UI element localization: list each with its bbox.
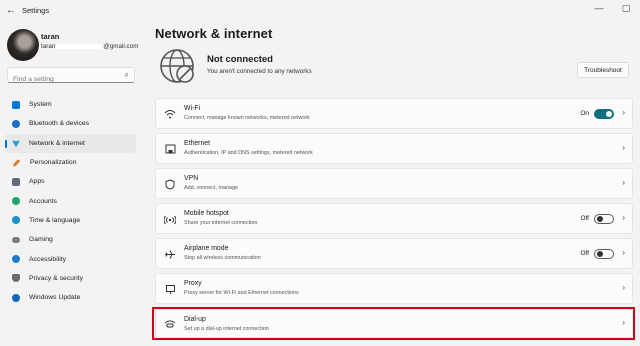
sidebar-item-system[interactable]: System (5, 95, 136, 114)
sidebar-item-label: Privacy & security (29, 274, 84, 282)
sidebar-item-accessibility[interactable]: Accessibility (5, 249, 136, 268)
sidebar-nav: System Bluetooth & devices Network & int… (5, 95, 136, 307)
ethernet-icon (164, 144, 176, 155)
airplane-toggle-label: Off (580, 250, 589, 257)
sidebar-item-label: Accessibility (29, 255, 67, 263)
system-icon (12, 100, 20, 109)
card-airplane-mode[interactable]: Airplane mode Stop all wireless communic… (155, 238, 633, 269)
page-title: Network & internet (155, 26, 273, 41)
maximize-icon[interactable]: ▢ (619, 3, 633, 14)
sidebar-item-apps[interactable]: Apps (5, 172, 136, 191)
card-subtitle: Proxy server for Wi-Fi and Ethernet conn… (184, 290, 299, 296)
accessibility-icon (12, 255, 20, 264)
card-vpn[interactable]: VPN Add, connect, manage › (155, 168, 633, 199)
chevron-right-icon: › (622, 143, 625, 152)
card-ethernet[interactable]: Ethernet Authentication, IP and DNS sett… (155, 133, 633, 164)
toggle-knob (597, 216, 603, 222)
chevron-right-icon: › (622, 108, 625, 117)
back-arrow-icon[interactable]: ← (6, 5, 16, 16)
search-input[interactable] (8, 72, 116, 87)
connection-status-subtitle: You aren't connected to any networks (207, 68, 312, 75)
bluetooth-icon (12, 119, 20, 128)
sidebar-item-bluetooth[interactable]: Bluetooth & devices (5, 114, 136, 133)
toggle-knob (606, 111, 612, 117)
toggle-knob (597, 251, 603, 257)
sidebar-item-label: Gaming (29, 236, 53, 244)
card-subtitle: Add, connect, manage (184, 185, 238, 191)
email-redaction (56, 43, 103, 49)
globe-disconnected-icon (160, 49, 194, 83)
wifi-toggle[interactable] (594, 109, 614, 119)
title-bar: ← Settings — ▢ (0, 0, 640, 22)
chevron-right-icon: › (622, 213, 625, 222)
card-subtitle: Authentication, IP and DNS settings, met… (184, 150, 313, 156)
sidebar-item-gaming[interactable]: Gaming (5, 230, 136, 249)
card-subtitle: Stop all wireless communication (184, 255, 261, 261)
card-proxy[interactable]: Proxy Proxy server for Wi-Fi and Etherne… (155, 273, 633, 304)
avatar[interactable] (7, 29, 39, 61)
connection-status-title: Not connected (207, 54, 273, 65)
network-icon (12, 140, 20, 148)
sidebar-item-label: Apps (29, 178, 45, 186)
proxy-icon (164, 284, 176, 295)
user-email: taran @gmail.com (41, 43, 138, 50)
card-title: Wi-Fi (184, 105, 201, 112)
card-wifi[interactable]: Wi-Fi Connect, manage known networks, me… (155, 98, 633, 129)
card-title: Ethernet (184, 140, 211, 147)
user-email-suffix: @gmail.com (103, 43, 139, 50)
chevron-right-icon: › (622, 283, 625, 292)
card-subtitle: Connect, manage known networks, metered … (184, 115, 310, 121)
card-subtitle: Set up a dial-up internet connection (184, 326, 269, 332)
card-title: Mobile hotspot (184, 210, 229, 217)
card-subtitle: Share your internet connection (184, 220, 258, 226)
sidebar-item-accounts[interactable]: Accounts (5, 191, 136, 210)
card-title: Dial-up (184, 316, 206, 323)
sidebar-item-label: Network & internet (29, 139, 85, 147)
airplane-toggle[interactable] (594, 249, 614, 259)
chevron-right-icon: › (622, 248, 625, 257)
card-title: Proxy (184, 280, 202, 287)
sidebar-item-privacy[interactable]: Privacy & security (5, 269, 136, 288)
hotspot-toggle[interactable] (594, 214, 614, 224)
search-icon[interactable]: ⌕ (125, 70, 129, 80)
brush-icon (12, 158, 21, 167)
wifi-toggle-label: On (580, 110, 589, 117)
sidebar-item-personalization[interactable]: Personalization (5, 153, 136, 172)
troubleshoot-button[interactable]: Troubleshoot (577, 62, 629, 78)
gamepad-icon (12, 236, 20, 243)
accounts-icon (12, 197, 20, 206)
user-email-prefix: taran (41, 43, 56, 50)
sidebar-item-label: Personalization (30, 159, 77, 167)
shield-icon (164, 179, 176, 190)
minimize-icon[interactable]: — (592, 3, 606, 13)
sidebar-item-label: Time & language (29, 216, 81, 224)
card-mobile-hotspot[interactable]: Mobile hotspot Share your internet conne… (155, 203, 633, 234)
hotspot-toggle-label: Off (580, 215, 589, 222)
sidebar-item-network[interactable]: Network & internet (5, 133, 136, 153)
card-title: VPN (184, 175, 199, 182)
hotspot-icon (163, 214, 177, 225)
airplane-icon (164, 249, 176, 260)
sidebar-item-time-language[interactable]: Time & language (5, 211, 136, 230)
card-dial-up[interactable]: Dial-up Set up a dial-up internet connec… (155, 309, 633, 338)
card-title: Airplane mode (184, 245, 229, 252)
globe-clock-icon (12, 216, 20, 225)
sidebar-item-label: Accounts (29, 197, 57, 205)
dialup-icon (164, 319, 176, 330)
search-box[interactable]: ⌕ (7, 67, 135, 87)
sidebar-item-label: Windows Update (29, 294, 81, 302)
wifi-icon (164, 109, 176, 120)
sidebar-item-windows-update[interactable]: Windows Update (5, 288, 136, 307)
app-title: Settings (22, 6, 50, 15)
user-name: taran (41, 32, 60, 41)
update-icon (12, 293, 20, 302)
chevron-right-icon: › (622, 318, 625, 327)
sidebar-item-label: Bluetooth & devices (29, 120, 90, 128)
chevron-right-icon: › (622, 178, 625, 187)
shield-icon (12, 274, 20, 283)
sidebar-item-label: System (29, 101, 52, 109)
apps-icon (12, 177, 20, 186)
